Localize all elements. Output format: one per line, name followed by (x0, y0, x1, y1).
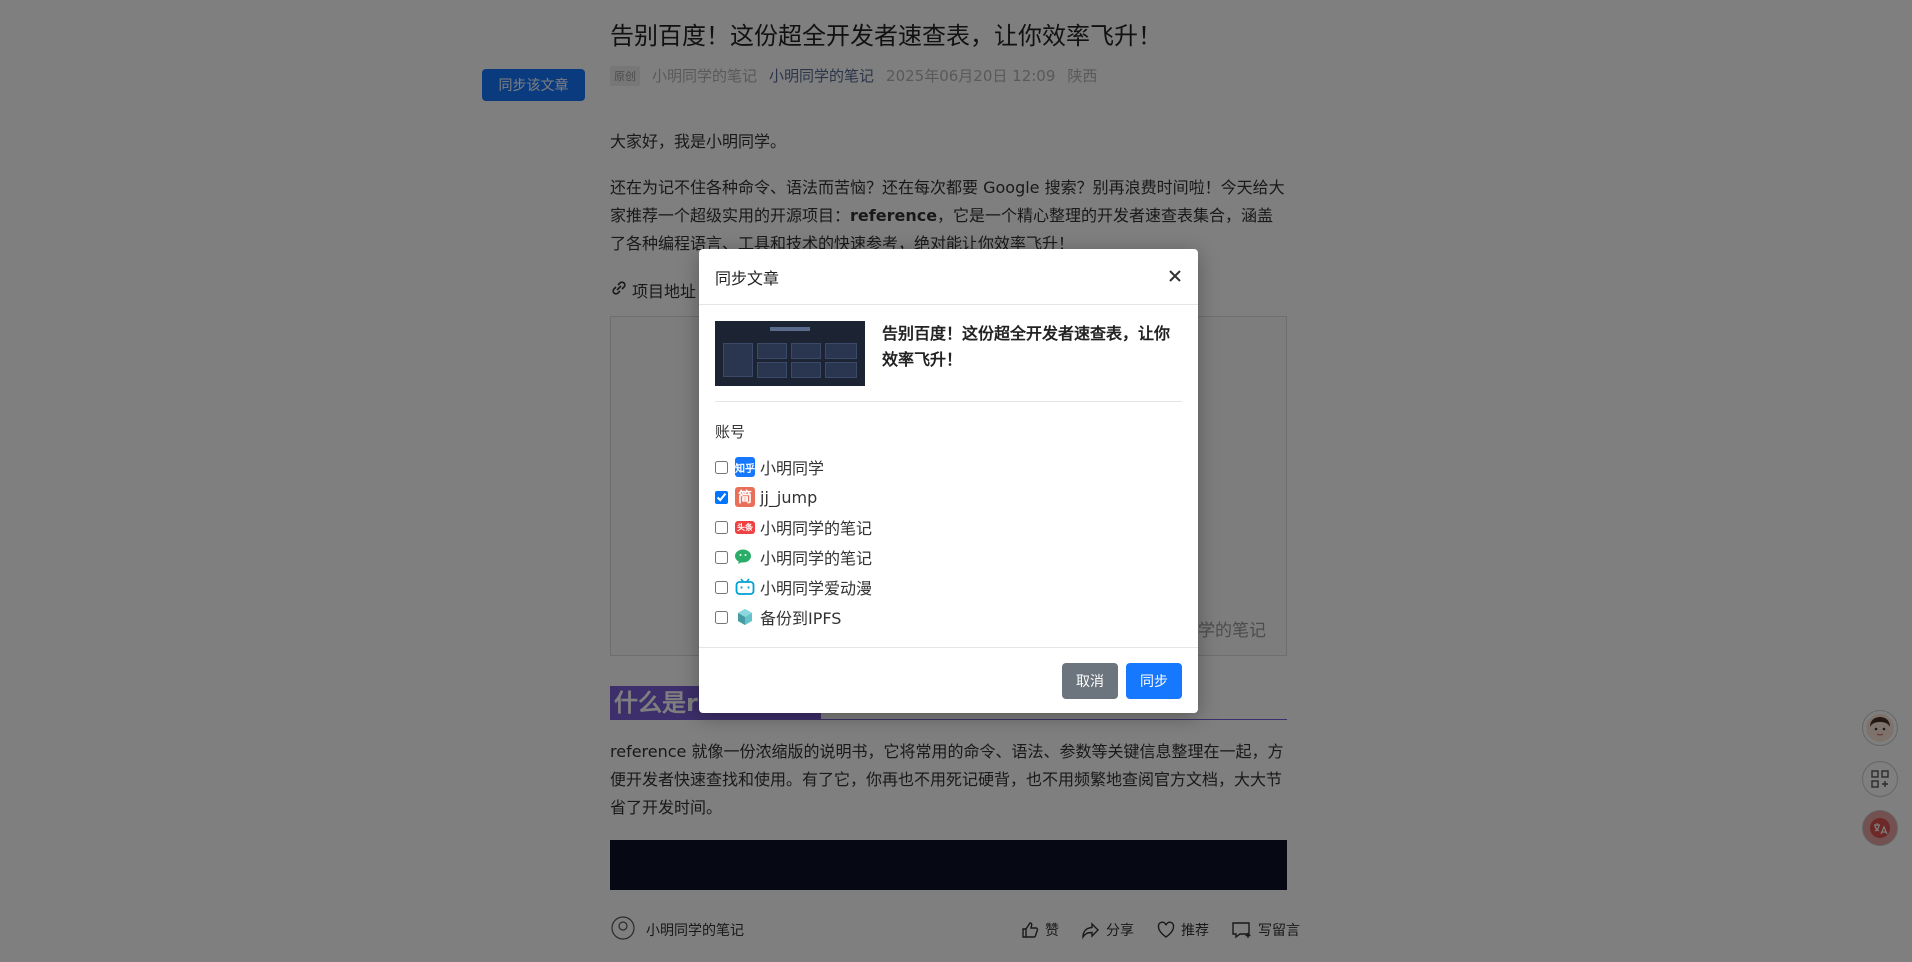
account-item-bilibili[interactable]: 小明同学爱动漫 (715, 572, 1182, 602)
preview-title: 告别百度！这份超全开发者速查表，让你效率飞升！ (882, 324, 1171, 369)
account-name-toutiao: 小明同学的笔记 (760, 519, 873, 538)
account-checkbox-bilibili[interactable] (715, 580, 728, 594)
sync-article-dialog: 同步文章 告别百度！这份超全开发者速查表，让你效率飞升！ 账号 知乎 小明同学 … (699, 249, 1198, 713)
account-item-ipfs[interactable]: 备份到IPFS (715, 602, 1182, 632)
cancel-button[interactable]: 取消 (1062, 662, 1118, 699)
account-name-ipfs: 备份到IPFS (760, 609, 842, 628)
dialog-title: 同步文章 (715, 268, 780, 288)
wechat-icon (735, 547, 755, 567)
account-item-zhihu[interactable]: 知乎 小明同学 (715, 452, 1182, 482)
account-name-zhihu: 小明同学 (760, 459, 825, 478)
ipfs-icon (735, 607, 755, 627)
account-checkbox-zhihu[interactable] (715, 460, 728, 474)
jianshu-icon: 简 (735, 487, 755, 507)
account-checkbox-wechat[interactable] (715, 550, 728, 564)
account-checkbox-ipfs[interactable] (715, 610, 728, 624)
zhihu-icon: 知乎 (735, 457, 755, 477)
article-preview: 告别百度！这份超全开发者速查表，让你效率飞升！ (715, 321, 1182, 402)
toutiao-icon: 头条 (735, 520, 755, 534)
account-checkbox-toutiao[interactable] (715, 520, 728, 534)
account-item-toutiao[interactable]: 头条 小明同学的笔记 (715, 512, 1182, 542)
account-checkbox-jianshu[interactable] (715, 490, 728, 504)
account-label: 账号 (715, 423, 746, 441)
sync-button[interactable]: 同步 (1126, 662, 1182, 699)
account-item-wechat[interactable]: 小明同学的笔记 (715, 542, 1182, 572)
article-thumbnail (715, 321, 865, 386)
dialog-footer: 取消 同步 (699, 647, 1198, 713)
account-list: 知乎 小明同学 简 jj_jump 头条 小明同学的笔记 小明同学的笔记 小明同… (715, 452, 1182, 632)
account-name-wechat: 小明同学的笔记 (760, 549, 873, 568)
dialog-header: 同步文章 (699, 249, 1198, 305)
bilibili-icon (735, 577, 755, 597)
account-name-bilibili: 小明同学爱动漫 (760, 579, 873, 598)
account-name-jianshu: jj_jump (760, 487, 818, 507)
account-item-jianshu[interactable]: 简 jj_jump (715, 482, 1182, 512)
close-icon[interactable] (1168, 266, 1182, 288)
dialog-body: 告别百度！这份超全开发者速查表，让你效率飞升！ 账号 知乎 小明同学 简 jj_… (699, 305, 1198, 632)
